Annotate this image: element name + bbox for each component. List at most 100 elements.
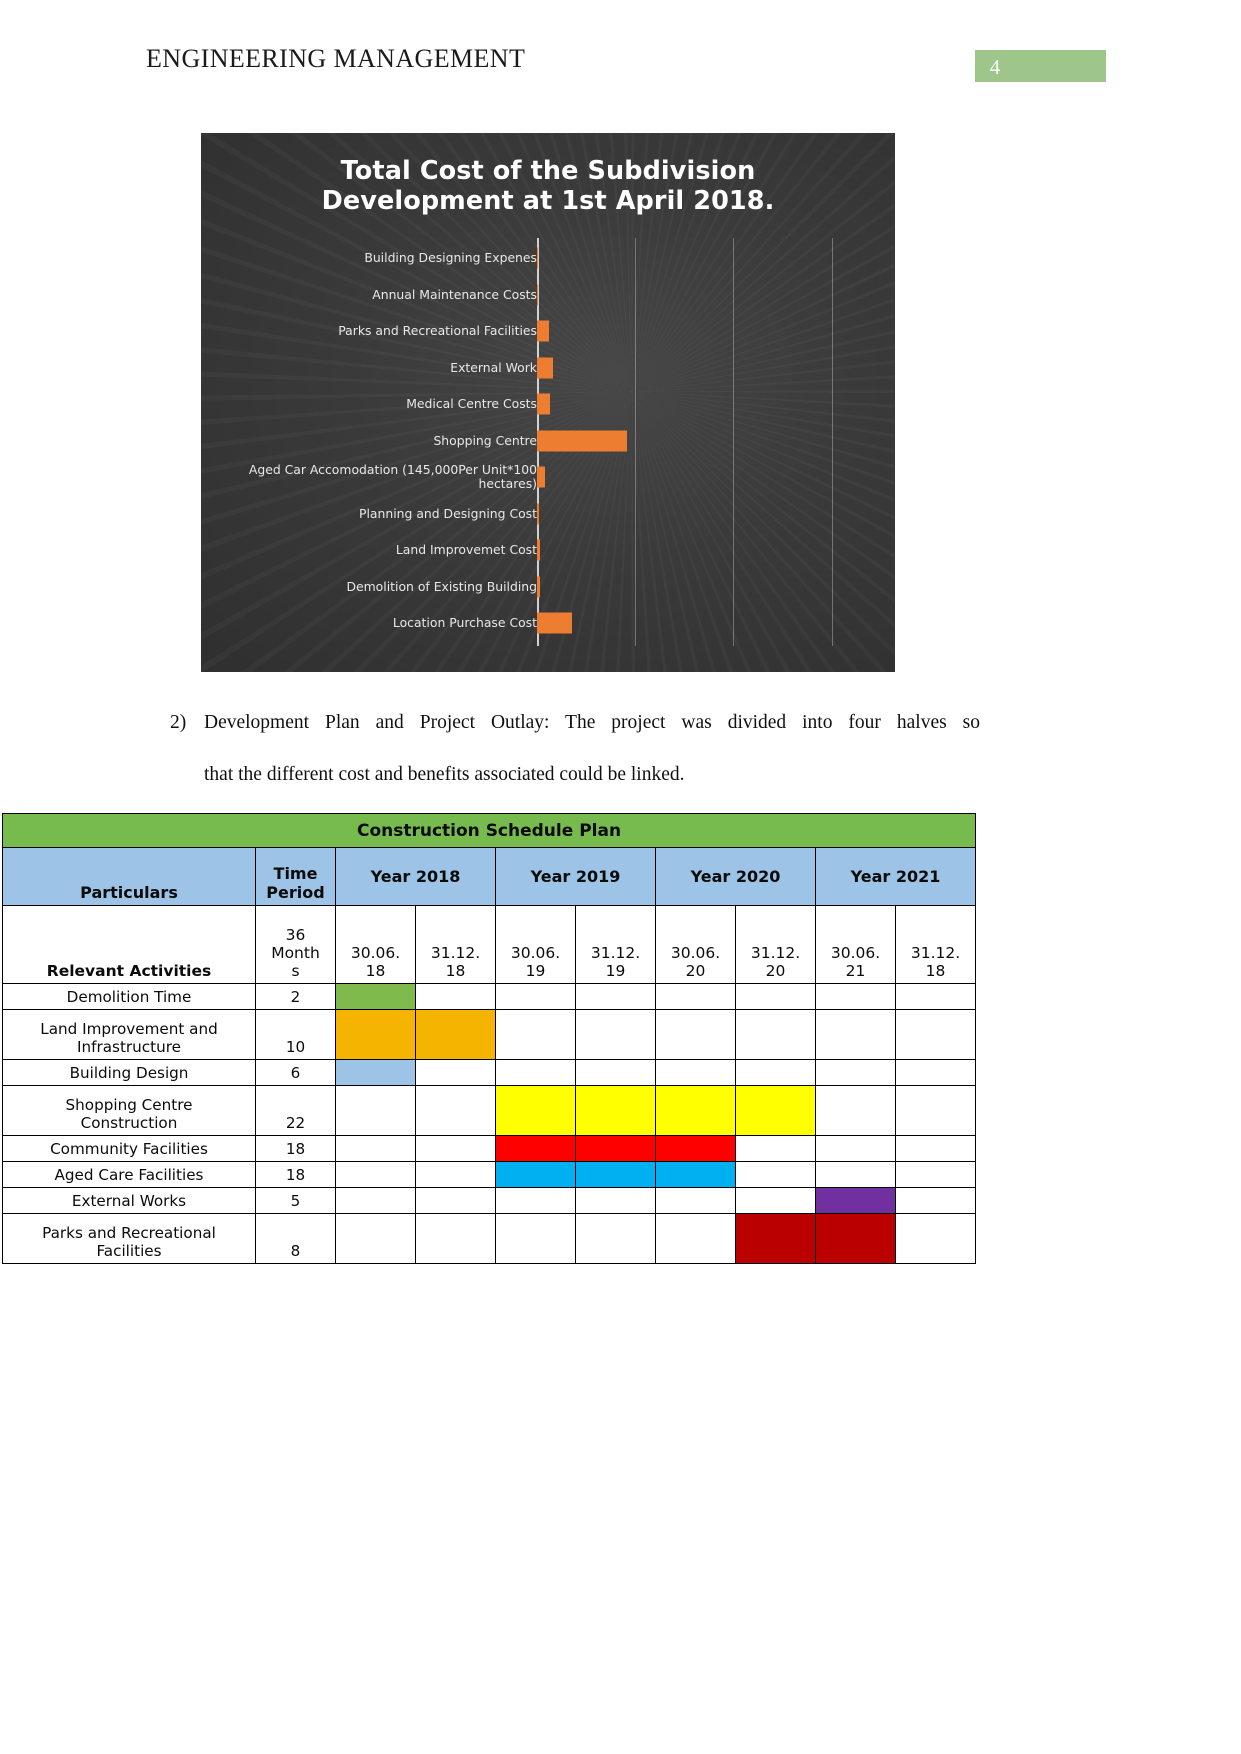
row-activity-line-1: External Works <box>71 1192 187 1210</box>
table-title: Construction Schedule Plan <box>1 813 977 848</box>
gantt-bar-cell <box>815 1187 896 1214</box>
table-row: Demolition Time 2 <box>2 983 977 1010</box>
gantt-empty-cell <box>495 1009 576 1060</box>
gantt-empty-cell <box>575 1059 656 1086</box>
page-header: ENGINEERING MANAGEMENT 4 <box>0 44 1241 88</box>
table-row: Community Facilities 18 <box>2 1135 977 1162</box>
subheader-date-1: 30.06. 18 <box>335 905 416 984</box>
chart-bar-row: Parks and Recreational Facilities <box>201 313 895 350</box>
gantt-empty-cell <box>735 1135 816 1162</box>
chart-bar <box>537 576 540 598</box>
subheader-date-5: 30.06. 20 <box>655 905 736 984</box>
row-activity-name: Demolition Time <box>2 983 256 1010</box>
subheader-date-line-2: 19 <box>605 962 626 980</box>
row-activity-name: Aged Care Facilities <box>2 1161 256 1188</box>
row-activity-name: Shopping Centre Construction <box>2 1085 256 1136</box>
chart-bar <box>537 430 628 452</box>
chart-category-label: Building Designing Expenes <box>364 250 537 266</box>
gantt-empty-cell <box>735 1161 816 1188</box>
document-title: ENGINEERING MANAGEMENT <box>146 44 526 73</box>
gantt-empty-cell <box>815 1009 896 1060</box>
chart-bar-row: Land Improvemet Cost <box>201 532 895 569</box>
gantt-empty-cell <box>335 1161 416 1188</box>
table-row: Shopping Centre Construction 22 <box>2 1085 977 1136</box>
row-activity-name: Land Improvement and Infrastructure <box>2 1009 256 1060</box>
row-activity-name: Community Facilities <box>2 1135 256 1162</box>
gantt-bar-cell <box>575 1161 656 1188</box>
chart-bar <box>537 320 549 342</box>
row-time-period: 10 <box>255 1009 336 1060</box>
row-time-period: 8 <box>255 1213 336 1264</box>
chart-bar-row: Demolition of Existing Building <box>201 569 895 606</box>
row-time-period: 5 <box>255 1187 336 1214</box>
gantt-bar-cell <box>335 1059 416 1086</box>
gantt-empty-cell <box>495 1213 576 1264</box>
gantt-empty-cell <box>894 1187 977 1214</box>
header-year-4: Year 2021 <box>814 847 977 906</box>
gantt-empty-cell <box>575 1187 656 1214</box>
gantt-empty-cell <box>655 1187 736 1214</box>
chart-category-label: Demolition of Existing Building <box>346 578 537 594</box>
subheader-date-line-1: 30.06. <box>670 944 721 962</box>
gantt-bar-cell <box>735 1085 816 1136</box>
chart-bar <box>537 503 539 525</box>
row-activity-line-1: Demolition Time <box>66 988 192 1006</box>
gantt-empty-cell <box>735 983 816 1010</box>
subheader-date-6: 31.12. 20 <box>735 905 816 984</box>
chart-plot-area: Building Designing Expenes Annual Mainten… <box>201 238 895 672</box>
header-year-2: Year 2019 <box>495 847 656 906</box>
gantt-bar-cell <box>415 1009 496 1060</box>
gantt-bar-cell <box>575 1085 656 1136</box>
gantt-bar-cell <box>495 1085 576 1136</box>
row-activity-line-1: Building Design <box>69 1064 189 1082</box>
gantt-empty-cell <box>415 1161 496 1188</box>
gantt-empty-cell <box>894 1059 977 1086</box>
gantt-bar-cell <box>495 1161 576 1188</box>
row-activity-line-1: Community Facilities <box>50 1140 208 1158</box>
chart-bar-row: Planning and Designing Cost <box>201 496 895 533</box>
gantt-bar-cell <box>335 1009 416 1060</box>
subheader-date-line-1: 30.06. <box>350 944 401 962</box>
subheader-date-line-1: 31.12. <box>590 944 641 962</box>
table-row: Parks and Recreational Facilities 8 <box>2 1213 977 1264</box>
row-activity-name: Parks and Recreational Facilities <box>2 1213 256 1264</box>
header-time-period-line-1: Time <box>273 864 318 883</box>
gantt-bar-cell <box>335 983 416 1010</box>
table-row: Aged Care Facilities 18 <box>2 1161 977 1188</box>
chart-bar <box>537 539 540 561</box>
row-time-period: 22 <box>255 1085 336 1136</box>
chart-category-label: Aged Car Accomodation (145,000Per Unit*1… <box>248 462 537 492</box>
row-time-period: 2 <box>255 983 336 1010</box>
chart-bar <box>537 357 553 379</box>
subheader-date-line-2: 18 <box>445 962 466 980</box>
paragraph-line-1: 2) Development Plan and Project Outlay: … <box>170 697 980 749</box>
cost-bar-chart: Total Cost of the Subdivision Developmen… <box>201 133 895 672</box>
table-title-row: Construction Schedule Plan <box>1 813 977 848</box>
gantt-empty-cell <box>415 1187 496 1214</box>
chart-title: Total Cost of the Subdivision Developmen… <box>201 156 895 217</box>
gantt-empty-cell <box>335 1213 416 1264</box>
header-particulars: Particulars <box>2 847 256 906</box>
subheader-date-line-1: 31.12. <box>910 944 961 962</box>
gantt-empty-cell <box>335 1187 416 1214</box>
chart-bar-row: External Work <box>201 350 895 387</box>
subheader-tp-line-2: Month <box>271 944 320 962</box>
gantt-empty-cell <box>415 1059 496 1086</box>
gantt-empty-cell <box>495 983 576 1010</box>
gantt-empty-cell <box>815 983 896 1010</box>
page-number-badge: 4 <box>975 50 1106 82</box>
gantt-empty-cell <box>894 1085 977 1136</box>
chart-bar-row: Building Designing Expenes <box>201 240 895 277</box>
row-time-period: 18 <box>255 1161 336 1188</box>
gantt-empty-cell <box>415 1135 496 1162</box>
row-time-period: 18 <box>255 1135 336 1162</box>
chart-category-label: External Work <box>450 359 537 375</box>
chart-bar-row: Medical Centre Costs <box>201 386 895 423</box>
chart-category-label: Shopping Centre <box>433 432 537 448</box>
header-year-1: Year 2018 <box>335 847 496 906</box>
gantt-empty-cell <box>735 1187 816 1214</box>
gantt-empty-cell <box>495 1059 576 1086</box>
chart-bar <box>537 393 550 415</box>
header-time-period: Time Period <box>255 847 336 906</box>
gantt-bar-cell <box>655 1161 736 1188</box>
